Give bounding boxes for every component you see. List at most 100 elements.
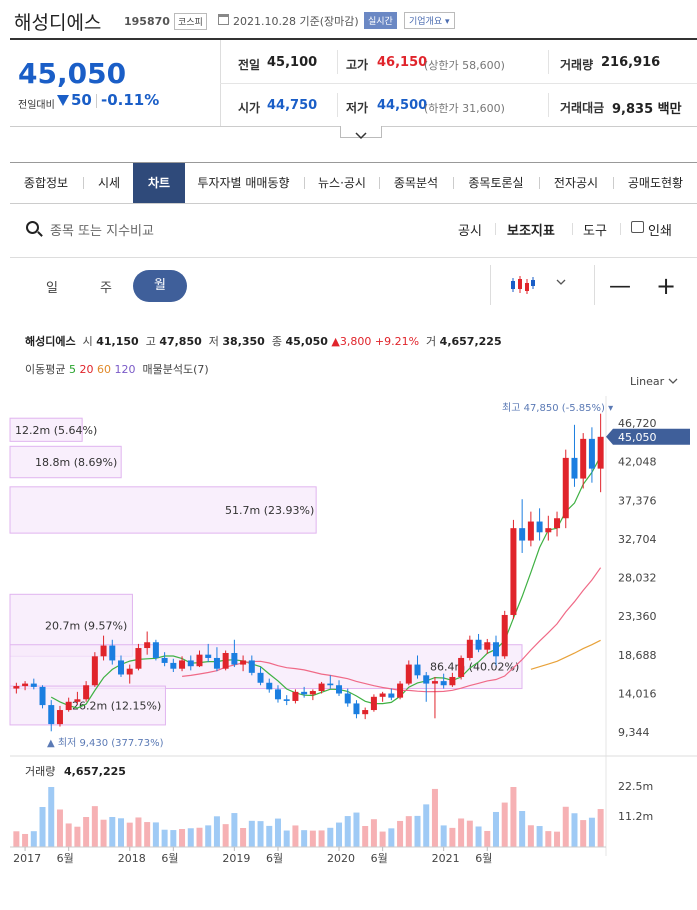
volume-bar [501, 802, 508, 847]
volume-profile-label: 18.8m (8.69%) [35, 456, 117, 469]
candle-body [118, 660, 125, 675]
zoom-out-button[interactable]: — [609, 274, 631, 299]
volume-bar [187, 828, 194, 847]
volume-bar [475, 826, 482, 847]
chevron-down-icon[interactable] [556, 278, 566, 286]
x-tick-label: 2020 [327, 852, 355, 865]
volume-profile-label: 51.7m (23.93%) [225, 504, 314, 517]
tab-short-selling[interactable]: 공매도현황 [614, 163, 697, 203]
period-month[interactable]: 월 [133, 270, 187, 302]
volume-bar [100, 819, 107, 847]
candle-body [554, 518, 561, 529]
volume-profile-label[interactable]: 매물분석도(7) [142, 363, 208, 376]
candlestick-icon[interactable] [510, 275, 536, 295]
price-change: 50 [71, 91, 92, 109]
candle-body [274, 689, 281, 700]
realtime-button[interactable]: 실시간 [364, 12, 397, 29]
control-divider [594, 265, 595, 305]
volume-bar [266, 825, 273, 847]
x-tick-label: 2018 [118, 852, 146, 865]
period-day[interactable]: 일 [46, 277, 58, 296]
volume-bar [370, 819, 377, 847]
volume-bar [449, 827, 456, 847]
stock-name: 해성디에스 [14, 12, 102, 34]
candle-body [205, 654, 212, 658]
expand-toggle[interactable] [340, 126, 382, 140]
volume-bar [484, 830, 491, 847]
candle-body [161, 657, 168, 663]
candle-body [126, 668, 133, 675]
candle-body [562, 457, 569, 519]
quote-row-divider [220, 83, 697, 84]
volume-bar [458, 818, 465, 847]
corp-overview-button[interactable]: 기업개요 ▾ [404, 12, 455, 29]
ma5-legend[interactable]: 5 [69, 363, 76, 376]
volume-profile-label: 12.2m (5.64%) [15, 424, 97, 437]
volume-bar [248, 820, 255, 847]
candle-body [536, 521, 543, 533]
price-chart[interactable]: 46,720 42,048 37,376 32,704 28,032 23,360 18,6… [0, 396, 697, 896]
ma60-legend[interactable]: 60 [97, 363, 111, 376]
scale-selector[interactable]: Linear [630, 375, 678, 388]
chevron-down-icon [668, 378, 678, 384]
candle-body [597, 436, 604, 469]
candle-body [292, 691, 299, 701]
tab-news[interactable]: 뉴스·공시 [306, 163, 378, 203]
x-tick-label: 2019 [222, 852, 250, 865]
candle-body [309, 691, 316, 695]
open-value: 44,750 [267, 98, 318, 113]
tab-chart[interactable]: 차트 [133, 163, 185, 203]
y-tick-label: 37,376 [618, 494, 657, 507]
volume-profile-label: 26.2m (12.15%) [72, 699, 161, 712]
tool-divider [495, 223, 496, 235]
candle-body [484, 642, 491, 650]
info-close-label: 종 [271, 335, 282, 348]
x-tick-label: 6월 [161, 852, 178, 865]
candle-body [257, 672, 264, 683]
tab-quotes[interactable]: 시세 [84, 163, 134, 203]
candle-body [327, 683, 334, 686]
candle-body [414, 664, 421, 676]
candle-body [56, 710, 63, 725]
tab-investors[interactable]: 투자자별 매매동향 [186, 163, 301, 203]
volume-bar [170, 830, 177, 847]
candle-body [39, 686, 46, 706]
ma20-legend[interactable]: 20 [79, 363, 93, 376]
volume-bar [405, 816, 412, 847]
y-tick-label: 42,048 [618, 456, 657, 469]
candle-body [571, 457, 578, 479]
tools-button[interactable]: 도구 [583, 220, 607, 239]
print-button[interactable]: 인쇄 [648, 220, 672, 239]
volume-bar [91, 806, 98, 847]
amount-label: 거래대금 [560, 101, 605, 115]
ma120-legend[interactable]: 120 [114, 363, 135, 376]
volume-bar [580, 820, 587, 847]
tab-overview[interactable]: 종합정보 [10, 163, 82, 203]
zoom-in-button[interactable]: + [656, 272, 676, 300]
candle-body [135, 648, 142, 669]
indicator-button[interactable]: 보조지표 [507, 220, 555, 239]
compare-search-input[interactable]: 종목 또는 지수비교 [50, 220, 154, 239]
volume-tick-label: 11.2m [618, 810, 653, 823]
info-change: ▲3,800 [331, 335, 372, 348]
tab-discussion[interactable]: 종목토론실 [454, 163, 538, 203]
tab-analysis[interactable]: 종목분석 [380, 163, 452, 203]
candle-body [231, 652, 238, 665]
tab-disclosure[interactable]: 전자공시 [540, 163, 612, 203]
candle-body [580, 438, 587, 479]
print-icon[interactable] [631, 221, 644, 233]
notice-button[interactable]: 공시 [458, 220, 482, 239]
search-icon[interactable] [26, 221, 39, 234]
volume-bar [318, 830, 325, 847]
candle-body [318, 683, 325, 692]
candle-body [431, 681, 438, 684]
price-change-pct: -0.11% [101, 91, 160, 109]
period-week[interactable]: 주 [100, 277, 112, 296]
stock-code: 195870 [124, 15, 170, 28]
volume-bar [362, 826, 369, 847]
volume-profile-label: 20.7m (9.57%) [45, 619, 127, 632]
y-tick-label: 18,688 [618, 649, 657, 662]
volume-bar [431, 788, 438, 847]
info-name: 해성디에스 [25, 335, 76, 348]
candle-body [109, 645, 116, 661]
